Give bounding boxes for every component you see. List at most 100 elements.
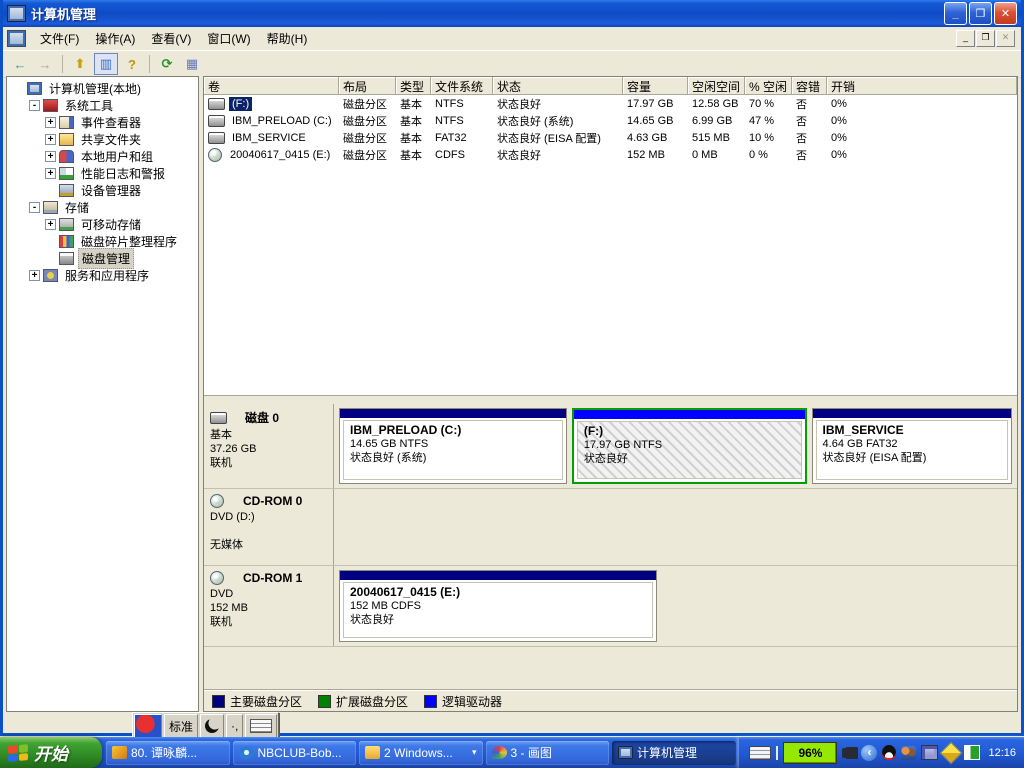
battery-indicator[interactable]: 96% xyxy=(783,742,837,764)
devmgr-icon xyxy=(59,184,74,197)
up-folder-button[interactable]: ⬆ xyxy=(69,54,91,74)
forward-button[interactable]: → xyxy=(34,54,56,74)
column-header-4[interactable]: 状态 xyxy=(493,77,623,95)
task-button-4[interactable]: 计算机管理 xyxy=(612,741,736,765)
refresh-button[interactable]: ⟳ xyxy=(156,54,178,74)
column-header-3[interactable]: 文件系统 xyxy=(431,77,493,95)
partition-details: IBM_SERVICE4.64 GB FAT32状态良好 (EISA 配置) xyxy=(816,420,1008,480)
cell-fault: 否 xyxy=(792,96,827,112)
partition-block[interactable]: 20040617_0415 (E:)152 MB CDFS状态良好 xyxy=(339,570,657,642)
cell-free: 12.58 GB xyxy=(688,98,745,110)
tree-expander[interactable]: + xyxy=(45,117,56,128)
tree-expander[interactable]: + xyxy=(45,219,56,230)
ime-punctuation-toggle[interactable]: ·, xyxy=(226,714,243,738)
task-label: 计算机管理 xyxy=(637,744,697,761)
menu-item-2[interactable]: 查看(V) xyxy=(143,28,199,49)
tree-expander[interactable]: - xyxy=(29,100,40,111)
back-button[interactable]: ← xyxy=(9,54,31,74)
menu-item-4[interactable]: 帮助(H) xyxy=(259,28,316,49)
menu-item-3[interactable]: 窗口(W) xyxy=(199,28,258,49)
export-list-button[interactable]: ▦ xyxy=(181,54,203,74)
table-row[interactable]: IBM_SERVICE磁盘分区基本FAT32状态良好 (EISA 配置)4.63… xyxy=(204,129,1017,146)
power-plug-icon[interactable] xyxy=(842,748,856,758)
clock[interactable]: 12:16 xyxy=(988,747,1016,759)
tree-expander[interactable]: + xyxy=(45,168,56,179)
tree-expander[interactable]: + xyxy=(29,270,40,281)
tree-item-row: +共享文件夹 xyxy=(7,131,198,148)
collapse-chevron-icon[interactable]: ‹ xyxy=(861,745,877,761)
services-icon xyxy=(43,269,58,282)
legend-label: 主要磁盘分区 xyxy=(230,693,302,710)
menu-item-0[interactable]: 文件(F) xyxy=(32,28,87,49)
start-button[interactable]: 开始 xyxy=(0,737,102,768)
task-button-3[interactable]: 3 - 画图 xyxy=(486,741,610,765)
partition-details: IBM_PRELOAD (C:)14.65 GB NTFS状态良好 (系统) xyxy=(343,420,563,480)
ime-language-bar[interactable]: 标准 ·, xyxy=(132,712,279,740)
table-row[interactable]: 20040617_0415 (E:)磁盘分区基本CDFS状态良好152 MB0 … xyxy=(204,146,1017,163)
properties-help-button[interactable]: ? xyxy=(121,54,143,74)
disk-row-1: CD-ROM 0DVD (D:)无媒体 xyxy=(204,489,1017,566)
network-icon[interactable] xyxy=(921,745,938,760)
messenger-contacts-icon[interactable] xyxy=(901,746,916,760)
child-minimize-button[interactable]: _ xyxy=(956,30,975,47)
show-tree-button[interactable]: ▥ xyxy=(94,53,118,75)
legend-item-1: 扩展磁盘分区 xyxy=(318,693,408,710)
disk-info-line: DVD (D:) xyxy=(210,510,329,524)
export-list-icon: ▦ xyxy=(186,56,198,72)
tree-expander[interactable]: + xyxy=(45,151,56,162)
view-splitter[interactable] xyxy=(204,395,1017,404)
partition-block[interactable]: IBM_SERVICE4.64 GB FAT32状态良好 (EISA 配置) xyxy=(812,408,1012,484)
start-label: 开始 xyxy=(34,740,68,765)
tree-expander[interactable]: - xyxy=(29,202,40,213)
minimize-button[interactable]: _ xyxy=(944,2,967,25)
disk-info-panel[interactable]: 磁盘 0基本37.26 GB联机 xyxy=(204,404,334,488)
qq-icon[interactable] xyxy=(882,745,896,760)
ime-keyboard-button[interactable] xyxy=(245,714,277,738)
partition-block[interactable]: IBM_PRELOAD (C:)14.65 GB NTFS状态良好 (系统) xyxy=(339,408,567,484)
close-button[interactable]: ✕ xyxy=(994,2,1017,25)
tree-item-row: 磁盘管理 xyxy=(7,250,198,267)
partition-block[interactable]: (F:)17.97 GB NTFS状态良好 xyxy=(572,408,807,484)
column-header-0[interactable]: 卷 xyxy=(204,77,339,95)
child-close-button[interactable]: ✕ xyxy=(996,30,1015,47)
disk-info-panel[interactable]: CD-ROM 1DVD152 MB联机 xyxy=(204,566,334,646)
disk-info-panel[interactable]: CD-ROM 0DVD (D:)无媒体 xyxy=(204,489,334,565)
column-header-5[interactable]: 容量 xyxy=(623,77,688,95)
group-dropdown-icon[interactable]: ▾ xyxy=(472,747,477,758)
column-header-2[interactable]: 类型 xyxy=(396,77,431,95)
ime-logo-icon[interactable] xyxy=(134,714,162,738)
keyboard-layout-icon[interactable] xyxy=(749,746,771,760)
updates-icon[interactable] xyxy=(940,741,963,764)
defrag-icon xyxy=(59,235,74,248)
tree-item-row: +性能日志和警报 xyxy=(7,165,198,182)
back-icon: ← xyxy=(14,57,27,72)
task-button-2[interactable]: 2 Windows...▾ xyxy=(359,741,483,765)
restore-button[interactable]: ❐ xyxy=(969,2,992,25)
paint-icon xyxy=(492,746,507,759)
disk-info-line: DVD xyxy=(210,587,329,601)
partition-size: 4.64 GB FAT32 xyxy=(823,437,1001,451)
task-button-1[interactable]: NBCLUB-Bob... xyxy=(233,741,357,765)
toolbar-separator xyxy=(149,55,150,73)
cell-layout: 磁盘分区 xyxy=(339,113,396,129)
task-button-0[interactable]: 80. 谭咏麟... xyxy=(106,741,230,765)
ime-fullwidth-toggle[interactable] xyxy=(200,714,224,738)
column-header-6[interactable]: 空闲空间 xyxy=(688,77,745,95)
partition-size: 152 MB CDFS xyxy=(350,599,646,613)
cell-free: 0 MB xyxy=(688,149,745,161)
tree-expander[interactable]: + xyxy=(45,134,56,145)
tree-item-11[interactable]: 服务和应用程序 xyxy=(62,266,152,285)
column-header-7[interactable]: % 空闲 xyxy=(745,77,792,95)
safety-flag-icon[interactable] xyxy=(964,745,980,760)
table-row[interactable]: IBM_PRELOAD (C:)磁盘分区基本NTFS状态良好 (系统)14.65… xyxy=(204,112,1017,129)
menu-item-1[interactable]: 操作(A) xyxy=(87,28,143,49)
column-header-9[interactable]: 开销 xyxy=(827,77,1017,95)
ime-mode-label[interactable]: 标准 xyxy=(164,714,198,738)
child-window-icon[interactable] xyxy=(7,30,26,47)
cell-volume: 20040617_0415 (E:) xyxy=(204,148,339,162)
child-restore-button[interactable]: ❐ xyxy=(976,30,995,47)
table-row[interactable]: (F:)磁盘分区基本NTFS状态良好17.97 GB12.58 GB70 %否0… xyxy=(204,95,1017,112)
title-bar[interactable]: 计算机管理 _❐✕ xyxy=(3,0,1021,27)
column-header-1[interactable]: 布局 xyxy=(339,77,396,95)
column-header-8[interactable]: 容错 xyxy=(792,77,827,95)
